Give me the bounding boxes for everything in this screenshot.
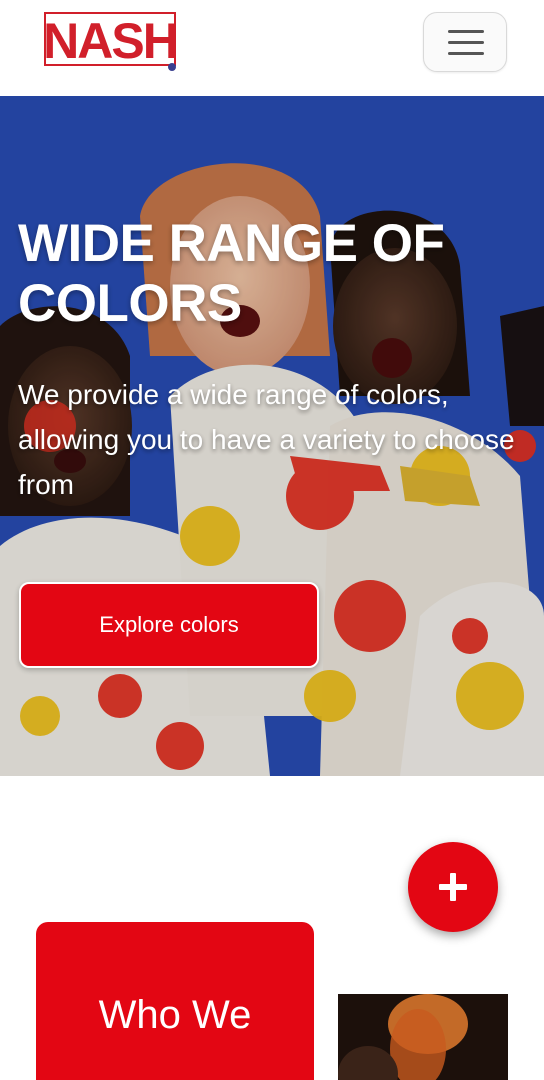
add-floating-button[interactable]: [408, 842, 498, 932]
hamburger-menu-icon: [448, 30, 484, 33]
menu-toggle-button[interactable]: [423, 12, 507, 72]
hero-title: WIDE RANGE OF COLORS: [18, 214, 445, 333]
explore-colors-button[interactable]: Explore colors: [19, 582, 319, 668]
who-we-are-card: Who We: [36, 922, 314, 1080]
svg-text:NASH: NASH: [44, 13, 177, 69]
color-powder-image: [338, 994, 508, 1080]
site-header: NASH: [0, 0, 544, 96]
hero-description: We provide a wide range of colors, allow…: [18, 379, 515, 500]
nash-logo[interactable]: NASH: [44, 12, 178, 71]
hero-banner: WIDE RANGE OF COLORS We provide a wide r…: [0, 96, 544, 776]
who-card-title: Who We: [98, 993, 252, 1037]
